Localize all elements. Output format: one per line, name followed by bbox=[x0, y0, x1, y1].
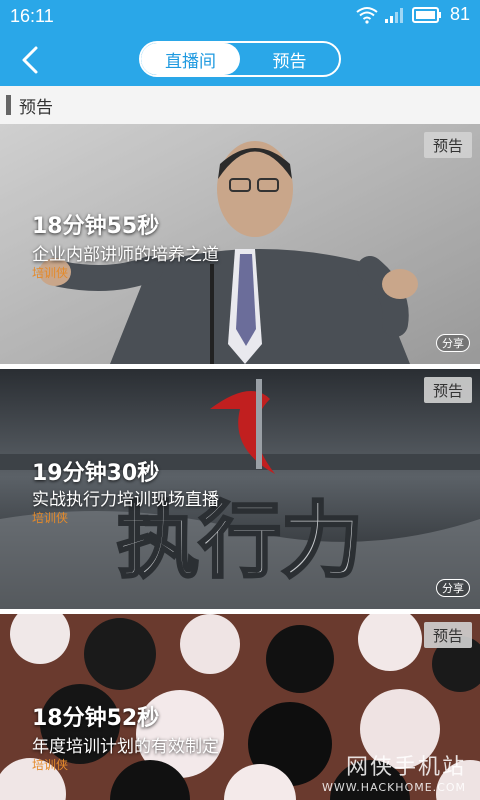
watermark: 网侠手机站 WWW.HACKHOME.COM bbox=[322, 749, 466, 794]
status-bar: 16:11 81 bbox=[0, 0, 480, 32]
signal-icon bbox=[384, 7, 403, 23]
card-tag: 培训侠 bbox=[32, 511, 69, 525]
card-title: 实战执行力培训现场直播 bbox=[32, 490, 219, 510]
card-tag: 培训侠 bbox=[32, 758, 69, 772]
course-card[interactable]: 预告 18分钟52秒 年度培训计划的有效制定 培训侠 网侠手机站 WWW.HAC… bbox=[0, 614, 480, 800]
watermark-sub: WWW.HACKHOME.COM bbox=[321, 781, 466, 794]
card-tag: 培训侠 bbox=[32, 266, 69, 280]
card-title: 年度培训计划的有效制定 bbox=[32, 737, 219, 757]
card-title: 企业内部讲师的培养之道 bbox=[32, 245, 219, 265]
tab-switcher: 直播间 预告 bbox=[139, 41, 341, 77]
back-arrow-icon bbox=[22, 46, 38, 74]
battery-icon bbox=[411, 6, 441, 23]
battery-level: 81 bbox=[449, 4, 470, 24]
share-button[interactable]: 分享 bbox=[436, 579, 470, 597]
nav-bar: 直播间 预告 bbox=[0, 32, 480, 86]
share-button[interactable]: 分享 bbox=[436, 334, 470, 352]
card-duration: 18分钟55秒 bbox=[32, 214, 160, 239]
back-button[interactable] bbox=[12, 42, 48, 78]
section-title: 预告 bbox=[19, 97, 53, 118]
preview-badge: 预告 bbox=[423, 377, 472, 403]
watermark-main: 网侠手机站 bbox=[345, 755, 466, 780]
status-icons: 81 bbox=[356, 4, 470, 25]
card-duration: 19分钟30秒 bbox=[32, 461, 160, 486]
tab-preview[interactable]: 预告 bbox=[240, 43, 339, 75]
preview-badge: 预告 bbox=[423, 132, 472, 158]
card-duration: 18分钟52秒 bbox=[32, 706, 160, 731]
section-marker bbox=[6, 95, 11, 115]
course-card[interactable]: 执行力 预告 19分钟30秒 实战执行力培训现场直播 培训侠 分享 bbox=[0, 369, 480, 609]
section-header: 预告 bbox=[0, 86, 480, 124]
preview-badge: 预告 bbox=[423, 622, 472, 648]
wifi-icon bbox=[356, 6, 378, 24]
course-card[interactable]: 预告 18分钟55秒 企业内部讲师的培养之道 培训侠 分享 bbox=[0, 124, 480, 364]
tab-live-room[interactable]: 直播间 bbox=[141, 43, 240, 75]
status-time: 16:11 bbox=[10, 6, 54, 26]
